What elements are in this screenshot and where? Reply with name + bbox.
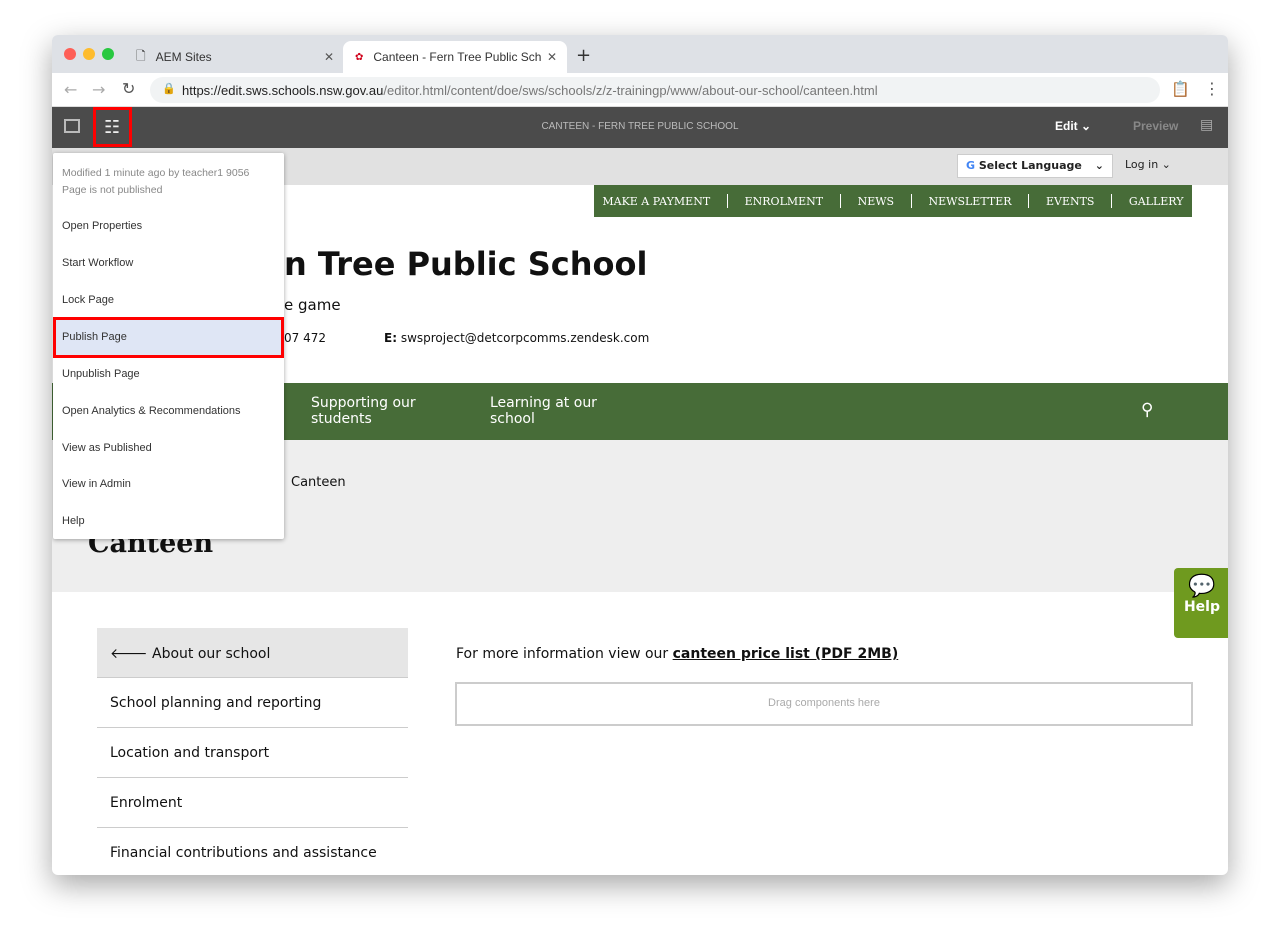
side-nav-item[interactable]: School planning and reporting bbox=[97, 678, 408, 728]
login-dropdown[interactable]: Log in ⌄ bbox=[1125, 158, 1171, 171]
arrow-left-icon: 🡐 bbox=[110, 646, 148, 662]
chevron-down-icon: ⌄ bbox=[1094, 159, 1104, 172]
modified-text: Modified 1 minute ago by teacher1 9056 bbox=[62, 167, 250, 179]
menu-open-analytics[interactable]: Open Analytics & Recommendations bbox=[53, 393, 284, 430]
email-link[interactable]: swsproject@detcorpcomms.zendesk.com bbox=[401, 331, 649, 345]
email-label: E: bbox=[384, 331, 397, 345]
google-icon: G bbox=[966, 159, 976, 172]
edit-mode-dropdown[interactable]: Edit ⌄ bbox=[1055, 119, 1091, 133]
nav-learning-at-our-school[interactable]: Learning at our school bbox=[490, 395, 620, 427]
back-icon[interactable]: ← bbox=[64, 80, 77, 99]
aem-toolbar: ☷ CANTEEN - FERN TREE PUBLIC SCHOOL Edit… bbox=[52, 107, 1228, 148]
url-host: https://edit.sws.schools.nsw.gov.au bbox=[182, 82, 384, 98]
select-language-dropdown[interactable]: G Select Language ⌄ bbox=[957, 154, 1113, 178]
minimize-window-button[interactable] bbox=[83, 48, 95, 60]
nsw-logo-icon: ✿ bbox=[355, 51, 364, 63]
side-nav-back[interactable]: 🡐 About our school bbox=[97, 628, 408, 678]
login-label: Log in bbox=[1125, 158, 1159, 171]
side-nav: 🡐 About our school School planning and r… bbox=[97, 628, 408, 875]
chevron-down-icon: ⌄ bbox=[1081, 119, 1092, 133]
divider bbox=[1111, 194, 1113, 208]
edit-label: Edit bbox=[1055, 119, 1078, 133]
browser-window: 🗋 AEM Sites ✕ ✿ Canteen - Fern Tree Publ… bbox=[52, 35, 1228, 875]
tab-bar: 🗋 AEM Sites ✕ ✿ Canteen - Fern Tree Publ… bbox=[52, 35, 1228, 73]
close-window-button[interactable] bbox=[64, 48, 76, 60]
menu-view-as-published[interactable]: View as Published bbox=[53, 430, 284, 467]
tab-label: AEM Sites bbox=[155, 50, 212, 64]
url-input[interactable]: 🔒 https://edit.sws.schools.nsw.gov.au/ed… bbox=[150, 77, 1160, 103]
search-icon[interactable]: ⚲ bbox=[1141, 400, 1153, 420]
menu-start-workflow[interactable]: Start Workflow bbox=[53, 245, 284, 282]
school-tagline: e game bbox=[284, 296, 341, 314]
nav-enrolment[interactable]: ENROLMENT bbox=[745, 195, 824, 208]
clipboard-icon[interactable]: 📋 bbox=[1171, 80, 1190, 98]
nav-supporting-our-students[interactable]: Supporting our students bbox=[311, 395, 451, 427]
help-label: Help bbox=[1183, 599, 1221, 615]
nav-newsletter[interactable]: NEWSLETTER bbox=[929, 195, 1012, 208]
menu-publish-page[interactable]: Publish Page bbox=[53, 317, 284, 358]
menu-icon[interactable]: ⋮ bbox=[1204, 79, 1220, 98]
info-label: For more information view our bbox=[456, 646, 673, 662]
new-tab-button[interactable]: + bbox=[576, 45, 591, 66]
close-icon[interactable]: ✕ bbox=[324, 50, 334, 64]
divider bbox=[910, 194, 912, 208]
side-nav-item[interactable]: Financial contributions and assistance bbox=[97, 828, 408, 875]
school-phone: 07 472 bbox=[284, 331, 326, 345]
side-nav-item[interactable]: Location and transport bbox=[97, 728, 408, 778]
page-information-menu: Modified 1 minute ago by teacher1 9056 Pa… bbox=[53, 153, 284, 539]
menu-lock-page[interactable]: Lock Page bbox=[53, 282, 284, 319]
divider bbox=[726, 194, 728, 208]
page-title-bar: CANTEEN - FERN TREE PUBLIC SCHOOL bbox=[541, 121, 739, 132]
school-name: n Tree Public School bbox=[284, 245, 648, 283]
nav-events[interactable]: EVENTS bbox=[1046, 195, 1095, 208]
tab-canteen[interactable]: ✿ Canteen - Fern Tree Public Sch ✕ bbox=[343, 41, 567, 73]
info-text: For more information view our canteen pr… bbox=[456, 646, 898, 662]
publish-status: Page is not published bbox=[62, 184, 163, 196]
preview-button[interactable]: Preview bbox=[1133, 119, 1178, 133]
drop-zone[interactable]: Drag components here bbox=[455, 682, 1193, 726]
maximize-window-button[interactable] bbox=[102, 48, 114, 60]
nav-gallery[interactable]: GALLERY bbox=[1129, 195, 1184, 208]
menu-open-properties[interactable]: Open Properties bbox=[53, 208, 284, 245]
canteen-price-list-link[interactable]: canteen price list (PDF 2MB) bbox=[673, 646, 899, 662]
utility-nav: MAKE A PAYMENT ENROLMENT NEWS NEWSLETTER… bbox=[594, 185, 1192, 217]
lock-icon: 🔒 bbox=[162, 83, 176, 95]
divider bbox=[1028, 194, 1030, 208]
nav-news[interactable]: NEWS bbox=[858, 195, 895, 208]
page-status: Modified 1 minute ago by teacher1 9056 Pa… bbox=[62, 165, 249, 199]
divider bbox=[839, 194, 841, 208]
tab-label: Canteen - Fern Tree Public Sch bbox=[373, 50, 542, 64]
tab-aem-sites[interactable]: 🗋 AEM Sites ✕ bbox=[126, 41, 342, 73]
annotations-icon[interactable]: ▤ bbox=[1200, 117, 1213, 133]
menu-help[interactable]: Help bbox=[53, 503, 284, 540]
side-nav-item[interactable]: Enrolment bbox=[97, 778, 408, 828]
menu-view-in-admin[interactable]: View in Admin bbox=[53, 466, 284, 503]
select-language-label: Select Language bbox=[978, 159, 1082, 172]
menu-unpublish-page[interactable]: Unpublish Page bbox=[53, 356, 284, 393]
nav-make-a-payment[interactable]: MAKE A PAYMENT bbox=[602, 195, 710, 208]
page-icon: 🗋 bbox=[136, 48, 146, 63]
side-nav-back-label: About our school bbox=[152, 646, 271, 662]
url-path: /editor.html/content/doe/sws/schools/z/z… bbox=[383, 82, 878, 98]
forward-icon[interactable]: → bbox=[92, 80, 105, 99]
breadcrumb-current: Canteen bbox=[291, 475, 346, 490]
help-button[interactable]: 💬 Help bbox=[1174, 568, 1228, 638]
chat-icon: 💬 bbox=[1188, 574, 1216, 599]
school-email: E: swsproject@detcorpcomms.zendesk.com bbox=[384, 331, 649, 345]
reload-icon[interactable]: ↻ bbox=[122, 79, 135, 98]
close-icon[interactable]: ✕ bbox=[547, 50, 557, 64]
address-bar-row: ← → ↻ 🔒 https://edit.sws.schools.nsw.gov… bbox=[52, 73, 1228, 107]
